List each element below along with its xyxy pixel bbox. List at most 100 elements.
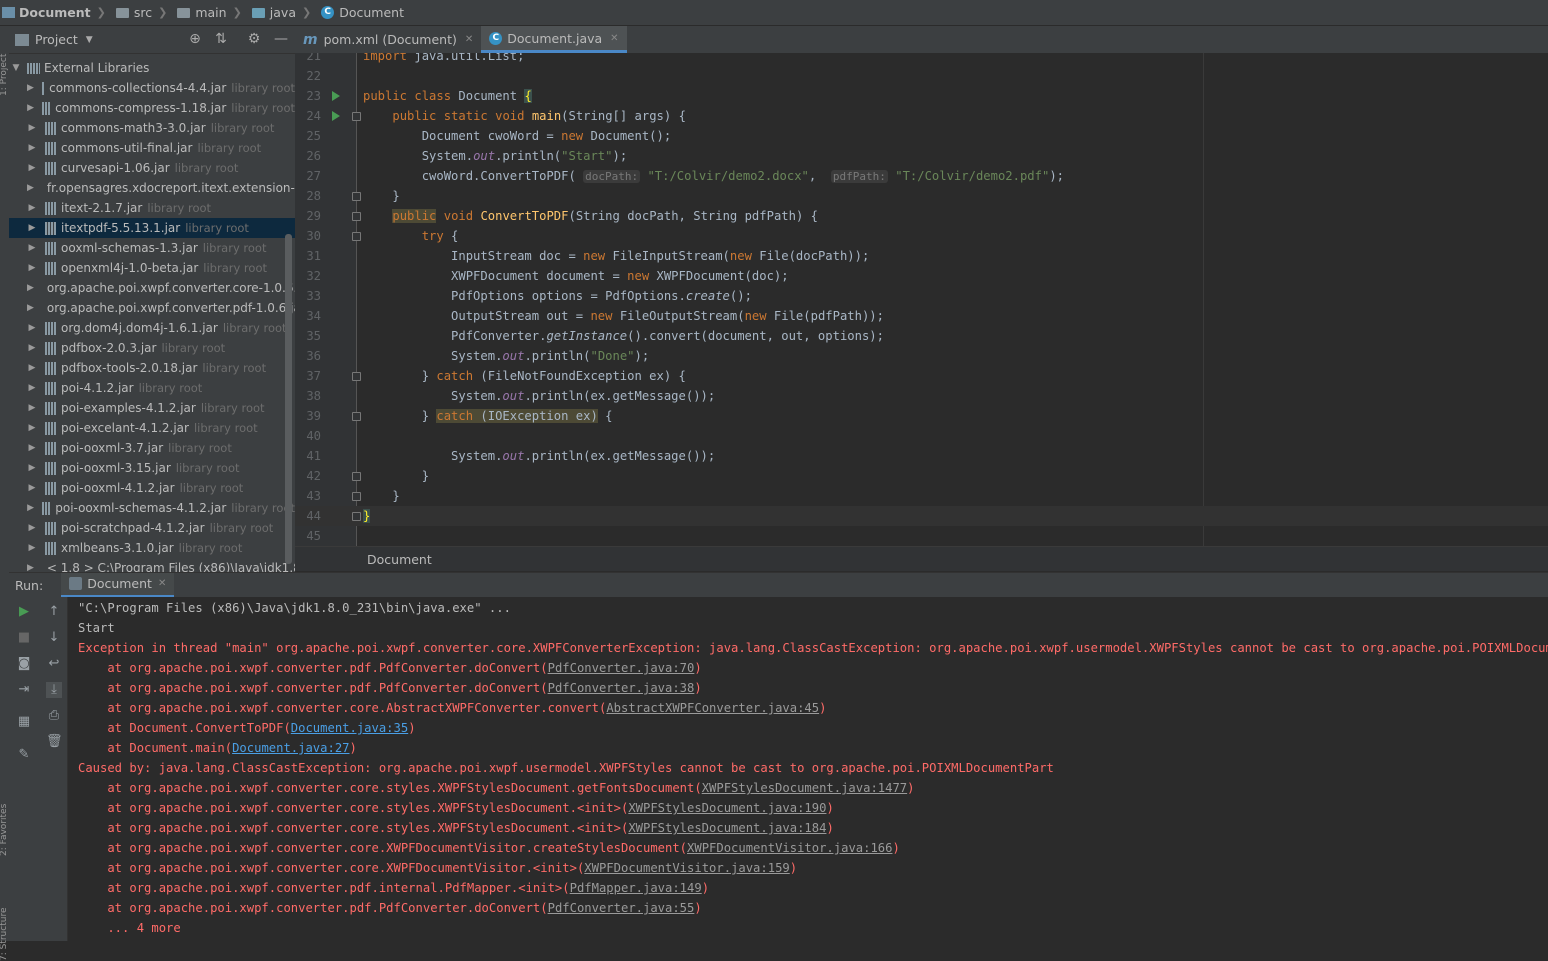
source-link[interactable]: Document.java:35 — [291, 721, 408, 735]
tree-node-library[interactable]: ▶commons-util-final.jarlibrary root — [9, 138, 295, 158]
tree-node-library[interactable]: ▶poi-scratchpad-4.1.2.jarlibrary root — [9, 518, 295, 538]
expand-arrow-icon[interactable]: ▶ — [27, 343, 37, 353]
tree-node-library[interactable]: ▶xmlbeans-3.1.0.jarlibrary root — [9, 538, 295, 558]
down-arrow-icon[interactable]: ↓ — [46, 630, 62, 646]
source-link[interactable]: XWPFDocumentVisitor.java:159 — [584, 861, 789, 875]
expand-arrow-icon[interactable]: ▶ — [27, 323, 37, 333]
close-icon[interactable]: ✕ — [158, 578, 166, 589]
breadcrumb-src[interactable]: src❯ — [114, 0, 175, 26]
code-line[interactable]: 23public class Document { — [295, 86, 1548, 106]
source-link[interactable]: XWPFStylesDocument.java:184 — [628, 821, 826, 835]
tree-node-library[interactable]: ▶poi-ooxml-schemas-4.1.2.jarlibrary root — [9, 498, 295, 518]
code-editor[interactable]: 21import java.util.List;2223public class… — [295, 53, 1548, 546]
code-line[interactable]: 36 System.out.println("Done"); — [295, 346, 1548, 366]
tree-node-library[interactable]: ▶org.apache.poi.xwpf.converter.core-1.0.… — [9, 278, 295, 298]
structure-tool-tab[interactable]: 7: Structure — [0, 908, 9, 961]
run-gutter-icon[interactable] — [332, 91, 340, 101]
tree-node-library[interactable]: ▶itext-2.1.7.jarlibrary root — [9, 198, 295, 218]
code-line[interactable]: 24 public static void main(String[] args… — [295, 106, 1548, 126]
print-icon[interactable]: ⎙ — [46, 708, 62, 724]
collapse-all-icon[interactable]: ⇅ — [213, 31, 229, 47]
stop-icon[interactable]: ■ — [16, 630, 32, 646]
exit-icon[interactable]: ⇥ — [16, 682, 32, 698]
source-link[interactable]: XWPFDocumentVisitor.java:166 — [687, 841, 892, 855]
tree-node-library[interactable]: ▶itextpdf-5.5.13.1.jarlibrary root — [9, 218, 295, 238]
breadcrumb-java[interactable]: java❯ — [250, 0, 319, 26]
fold-marker-icon[interactable] — [352, 212, 361, 221]
tree-node-library[interactable]: ▶commons-collections4-4.4.jarlibrary roo… — [9, 78, 295, 98]
code-line[interactable]: 31 InputStream doc = new FileInputStream… — [295, 246, 1548, 266]
fold-marker-icon[interactable] — [352, 492, 361, 501]
tree-node-library[interactable]: ▶ooxml-schemas-1.3.jarlibrary root — [9, 238, 295, 258]
expand-arrow-icon[interactable]: ▶ — [27, 103, 34, 113]
tree-node-library[interactable]: ▶poi-ooxml-3.15.jarlibrary root — [9, 458, 295, 478]
tree-node-library[interactable]: ▶curvesapi-1.06.jarlibrary root — [9, 158, 295, 178]
tree-node-library[interactable]: ▶poi-excelant-4.1.2.jarlibrary root — [9, 418, 295, 438]
code-line[interactable]: 33 PdfOptions options = PdfOptions.creat… — [295, 286, 1548, 306]
breadcrumb-project[interactable]: Document❯ — [0, 0, 114, 26]
rerun-icon[interactable]: ▶ — [16, 604, 32, 620]
fold-marker-icon[interactable] — [352, 112, 361, 121]
expand-arrow-icon[interactable]: ▶ — [27, 183, 34, 193]
code-line[interactable]: 39 } catch (IOException ex) { — [295, 406, 1548, 426]
tree-node-external-libraries[interactable]: ▼ External Libraries — [9, 58, 295, 78]
tree-node-library[interactable]: ▶poi-ooxml-4.1.2.jarlibrary root — [9, 478, 295, 498]
tree-node-library[interactable]: ▶pdfbox-2.0.3.jarlibrary root — [9, 338, 295, 358]
expand-arrow-icon[interactable]: ▶ — [27, 423, 37, 433]
code-line[interactable]: 28 } — [295, 186, 1548, 206]
soft-wrap-icon[interactable]: ↩ — [46, 656, 62, 672]
favorites-tool-tab[interactable]: 2: Favorites — [0, 804, 9, 856]
tree-node-library[interactable]: ▶pdfbox-tools-2.0.18.jarlibrary root — [9, 358, 295, 378]
code-line[interactable]: 25 Document cwoWord = new Document(); — [295, 126, 1548, 146]
expand-arrow-icon[interactable]: ▶ — [27, 483, 37, 493]
expand-arrow-icon[interactable]: ▶ — [27, 403, 37, 413]
source-link[interactable]: AbstractXWPFConverter.java:45 — [606, 701, 819, 715]
expand-arrow-icon[interactable]: ▶ — [27, 123, 37, 133]
code-line[interactable]: 26 System.out.println("Start"); — [295, 146, 1548, 166]
tab-pom-xml[interactable]: m pom.xml (Document) ✕ — [295, 26, 481, 53]
expand-arrow-icon[interactable]: ▶ — [27, 503, 34, 513]
tree-node-library[interactable]: ▶commons-compress-1.18.jarlibrary root — [9, 98, 295, 118]
fold-marker-icon[interactable] — [352, 232, 361, 241]
expand-arrow-icon[interactable]: ▶ — [27, 203, 37, 213]
expand-arrow-icon[interactable]: ▶ — [27, 443, 37, 453]
tree-scrollbar[interactable] — [285, 234, 292, 564]
tree-node-library[interactable]: ▶openxml4j-1.0-beta.jarlibrary root — [9, 258, 295, 278]
run-gutter-icon[interactable] — [332, 111, 340, 121]
project-view-selector[interactable]: Project — [35, 32, 78, 47]
code-line[interactable]: 40 — [295, 426, 1548, 446]
hide-panel-icon[interactable]: — — [273, 31, 289, 47]
close-icon[interactable]: ✕ — [610, 33, 618, 44]
tree-node-library[interactable]: ▶fr.opensagres.xdocreport.itext.extensio… — [9, 178, 295, 198]
layout-icon[interactable]: ▦ — [16, 714, 32, 730]
tree-node-library[interactable]: ▶commons-math3-3.0.jarlibrary root — [9, 118, 295, 138]
source-link[interactable]: PdfConverter.java:70 — [548, 661, 695, 675]
breadcrumb-class[interactable]: CDocument — [319, 0, 408, 26]
code-line[interactable]: 34 OutputStream out = new FileOutputStre… — [295, 306, 1548, 326]
tree-node-library[interactable]: ▶poi-ooxml-3.7.jarlibrary root — [9, 438, 295, 458]
code-line[interactable]: 44} — [295, 506, 1548, 526]
fold-marker-icon[interactable] — [352, 372, 361, 381]
gear-icon[interactable]: ⚙ — [246, 31, 262, 47]
project-tool-tab[interactable]: 1: Project — [0, 54, 9, 96]
run-tab-document[interactable]: Document ✕ — [61, 573, 174, 598]
tab-document-java[interactable]: C Document.java ✕ — [481, 26, 626, 53]
source-link[interactable]: PdfConverter.java:55 — [548, 901, 695, 915]
expand-arrow-icon[interactable]: ▶ — [27, 383, 37, 393]
code-line[interactable]: 43 } — [295, 486, 1548, 506]
scroll-to-end-icon[interactable]: ⤓ — [46, 682, 62, 698]
tree-node-library[interactable]: ▶poi-4.1.2.jarlibrary root — [9, 378, 295, 398]
expand-arrow-icon[interactable]: ▶ — [27, 303, 34, 313]
expand-arrow-icon[interactable]: ▶ — [27, 83, 34, 93]
code-line[interactable]: 35 PdfConverter.getInstance().convert(do… — [295, 326, 1548, 346]
code-line[interactable]: 45 — [295, 526, 1548, 546]
code-line[interactable]: 27 cwoWord.ConvertToPDF( docPath: "T:/Co… — [295, 166, 1548, 186]
tree-node-library[interactable]: ▶org.apache.poi.xwpf.converter.pdf-1.0.6… — [9, 298, 295, 318]
up-arrow-icon[interactable]: ↑ — [46, 604, 62, 620]
source-link[interactable]: XWPFStylesDocument.java:1477 — [702, 781, 907, 795]
expand-arrow-icon[interactable]: ▶ — [27, 563, 34, 572]
expand-arrow-icon[interactable]: ▶ — [27, 143, 37, 153]
fold-marker-icon[interactable] — [352, 512, 361, 521]
trash-icon[interactable]: 🗑 — [46, 734, 62, 750]
close-icon[interactable]: ✕ — [465, 34, 473, 45]
